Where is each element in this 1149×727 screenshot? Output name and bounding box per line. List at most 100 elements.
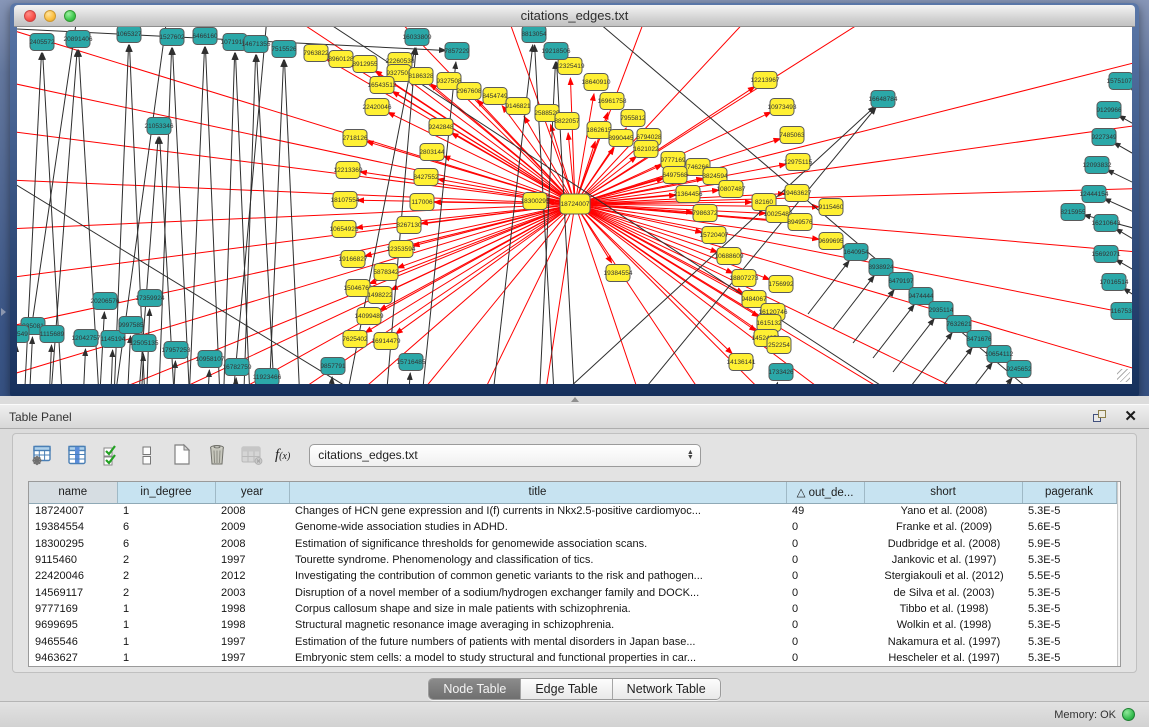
close-panel-icon[interactable]: ✕ (1124, 409, 1137, 424)
graph-node-selected[interactable]: 8912955 (352, 56, 378, 73)
network-window-titlebar[interactable]: citations_edges.txt (14, 5, 1135, 27)
graph-node-selected[interactable]: 12975115 (784, 154, 813, 171)
graph-edge[interactable] (187, 47, 205, 384)
graph-edge[interactable] (284, 60, 302, 384)
table-cell[interactable]: Hescheler et al. (1997) (864, 650, 1022, 666)
graph-node[interactable]: 1167533 (1111, 303, 1132, 320)
graph-edge[interactable] (971, 378, 1012, 384)
graph-node-selected[interactable]: 7485063 (779, 127, 805, 144)
table-cell[interactable]: Corpus callosum shape and size in male p… (289, 601, 786, 617)
select-all-icon[interactable] (100, 443, 124, 467)
graph-node[interactable]: 1115689 (40, 326, 65, 343)
table-selector-dropdown[interactable]: citations_edges.txt ▲▼ (309, 444, 701, 467)
graph-edge[interactable] (575, 204, 770, 280)
graph-edge[interactable] (81, 349, 85, 384)
graph-edge[interactable] (222, 53, 235, 384)
graph-node-selected[interactable]: 18724007 (560, 194, 590, 214)
function-builder-icon[interactable]: f(x) (275, 447, 290, 464)
table-cell[interactable]: 1997 (215, 633, 289, 649)
node-table[interactable]: namein_degreeyeartitle△ out_de...shortpa… (29, 482, 1117, 666)
graph-node-selected[interactable]: 8454749 (482, 88, 508, 105)
graph-node[interactable]: 1527602 (159, 29, 185, 46)
graph-node-selected[interactable]: 14136141 (727, 354, 756, 371)
graph-node[interactable]: 9474444 (908, 288, 934, 305)
column-header-in_degree[interactable]: in_degree (117, 482, 215, 503)
table-settings-icon[interactable] (30, 443, 54, 467)
table-cell[interactable]: Structural magnetic resonance image aver… (289, 617, 786, 633)
graph-node-selected[interactable]: 2718126 (342, 130, 368, 147)
table-cell[interactable]: 9465546 (29, 633, 117, 649)
graph-node[interactable]: 6466160 (192, 28, 218, 45)
table-cell[interactable]: 18300295 (29, 536, 117, 552)
table-cell[interactable]: 0 (786, 650, 864, 666)
column-header-out_de[interactable]: △ out_de... (786, 482, 864, 503)
graph-node[interactable]: 9129966 (1096, 102, 1122, 119)
graph-edge[interactable] (951, 363, 992, 384)
table-cell[interactable]: 1998 (215, 617, 289, 633)
table-vertical-scrollbar[interactable] (1117, 482, 1121, 666)
graph-node[interactable]: 16648784 (869, 91, 898, 108)
table-cell[interactable]: 9463627 (29, 650, 117, 666)
graph-node[interactable]: 8471676 (966, 331, 992, 348)
graph-node-selected[interactable]: 252254 (767, 337, 791, 354)
graph-node-selected[interactable]: 8427552 (413, 169, 439, 186)
table-cell[interactable]: Changes of HCN gene expression and I(f) … (289, 503, 786, 519)
graph-node[interactable]: 9245652 (1006, 361, 1032, 378)
graph-node-selected[interactable]: 1756992 (768, 276, 794, 293)
table-cell[interactable]: 9699695 (29, 617, 117, 633)
scrollbar-thumb[interactable] (1120, 484, 1122, 526)
table-cell[interactable]: 5.3E-5 (1022, 617, 1116, 633)
graph-node-selected[interactable]: 7963822 (303, 45, 329, 62)
table-cell[interactable]: 1 (117, 650, 215, 666)
table-row[interactable]: 1872400712008Changes of HCN gene express… (29, 503, 1116, 519)
tab-node-table[interactable]: Node Table (429, 679, 521, 699)
graph-node-selected[interactable]: 8267130 (396, 217, 422, 234)
graph-edge[interactable] (757, 382, 778, 384)
graph-node[interactable]: 7632621 (946, 316, 972, 333)
table-cell[interactable]: Tibbo et al. (1998) (864, 601, 1022, 617)
table-cell[interactable]: 0 (786, 536, 864, 552)
graph-node-selected[interactable]: 19384554 (604, 265, 633, 282)
graph-node[interactable]: 12093832 (1083, 157, 1112, 174)
graph-node[interactable]: 17016514 (1100, 274, 1129, 291)
table-cell[interactable]: 0 (786, 552, 864, 568)
graph-node-selected[interactable]: 18640910 (582, 74, 611, 91)
graph-edge[interactable] (17, 177, 575, 204)
graph-edge[interactable] (231, 378, 236, 384)
graph-node-selected[interactable]: 8186328 (408, 68, 434, 85)
graph-node[interactable]: 1733426 (768, 364, 794, 381)
graph-node[interactable]: 1065327 (116, 27, 142, 43)
table-cell[interactable]: 0 (786, 633, 864, 649)
graph-node[interactable]: 20206576 (91, 293, 120, 310)
graph-node-selected[interactable]: 16543512 (368, 77, 397, 94)
graph-node-selected[interactable]: 19463627 (783, 185, 812, 202)
graph-node-selected[interactable]: 6497568 (662, 167, 688, 184)
table-cell[interactable]: Jankovic et al. (1997) (864, 552, 1022, 568)
graph-edge[interactable] (1130, 87, 1132, 113)
graph-node[interactable]: 12505135 (130, 335, 159, 352)
graph-node-selected[interactable]: 10973493 (768, 99, 797, 116)
graph-node[interactable]: 2405572 (29, 34, 55, 51)
table-cell[interactable]: 2012 (215, 568, 289, 584)
graph-node[interactable]: 19218506 (542, 43, 571, 60)
table-cell[interactable]: 5.6E-5 (1022, 519, 1116, 535)
table-cell[interactable]: Nakamura et al. (1997) (864, 633, 1022, 649)
column-header-title[interactable]: title (289, 482, 786, 503)
table-cell[interactable]: 2 (117, 552, 215, 568)
graph-edge[interactable] (833, 276, 874, 329)
column-header-name[interactable]: name (29, 482, 117, 503)
splitter-arrow-icon[interactable] (571, 397, 579, 402)
table-cell[interactable]: 6 (117, 536, 215, 552)
graph-node[interactable]: 15716485 (397, 354, 426, 371)
table-cell[interactable]: 1 (117, 503, 215, 519)
panel-splitter[interactable] (0, 396, 1149, 404)
table-cell[interactable]: 2 (117, 568, 215, 584)
table-cell[interactable]: Franke et al. (2009) (864, 519, 1022, 535)
graph-edge[interactable] (575, 204, 1132, 384)
graph-edge[interactable] (1107, 170, 1132, 199)
table-row[interactable]: 977716911998Corpus callosum shape and si… (29, 601, 1116, 617)
table-cell[interactable]: Estimation of the future numbers of pati… (289, 633, 786, 649)
graph-node[interactable]: 21053346 (145, 118, 174, 135)
graph-node[interactable]: 16033809 (403, 29, 432, 46)
column-header-year[interactable]: year (215, 482, 289, 503)
